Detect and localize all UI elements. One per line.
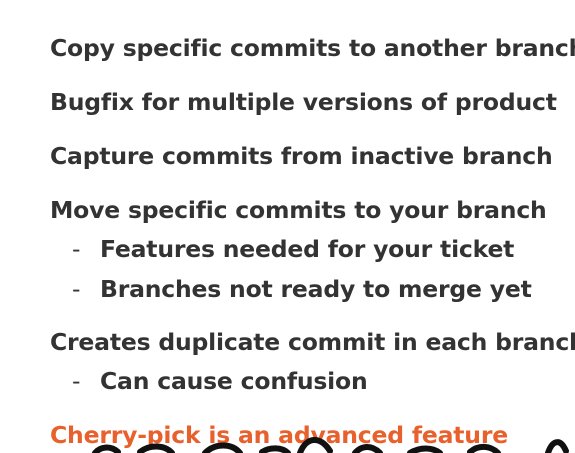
subitem-text: Features needed for your ticket	[100, 235, 515, 263]
dash-marker: -	[72, 235, 81, 263]
handwritten-annotation	[92, 437, 569, 453]
subitem-text: Branches not ready to merge yet	[100, 275, 532, 303]
subitem-confusion: - Can cause confusion	[72, 367, 368, 395]
subitem-text: Can cause confusion	[100, 367, 368, 395]
subitem-branches-not-ready: - Branches not ready to merge yet	[72, 275, 532, 303]
dash-marker: -	[72, 367, 81, 395]
bullet-duplicate-commit: Creates duplicate commit in each branch	[50, 328, 575, 356]
slide-canvas: Copy specific commits to another branch …	[0, 0, 575, 453]
dash-marker: -	[72, 275, 81, 303]
bullet-capture-commits: Capture commits from inactive branch	[50, 142, 553, 170]
subitem-features-needed: - Features needed for your ticket	[72, 235, 514, 263]
bullet-bugfix-versions: Bugfix for multiple versions of product	[50, 88, 557, 116]
bullet-move-commits: Move specific commits to your branch	[50, 196, 547, 224]
bullet-copy-commits: Copy specific commits to another branch	[50, 34, 575, 62]
